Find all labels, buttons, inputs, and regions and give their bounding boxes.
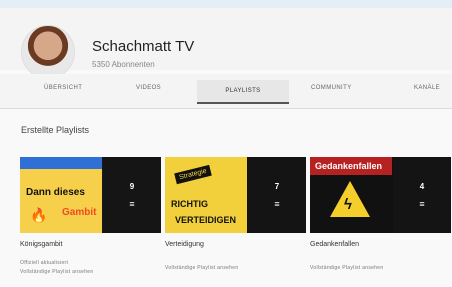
channel-name[interactable]: Schachmatt TV — [92, 38, 194, 55]
playlist-title-3[interactable]: Gedankenfallen — [310, 241, 359, 248]
tab-playlists[interactable]: Playlists — [197, 80, 289, 104]
channel-tabs: Übersicht Videos Playlists Community Kan… — [0, 74, 452, 109]
playlist-subtitle-3[interactable]: Vollständige Playlist ansehen — [310, 265, 383, 271]
channel-header: Schachmatt TV 5350 Abonnenten — [0, 8, 452, 78]
flame-icon: 🔥 — [30, 207, 48, 223]
playlist-card-3[interactable]: Gedankenfallen ϟ 4 ≡ — [310, 157, 451, 233]
playlist-overlay: 7 ≡ — [248, 157, 306, 233]
thumb-text-2: Gambit — [62, 207, 97, 218]
playlist-title-1[interactable]: Königsgambit — [20, 241, 62, 248]
top-strip — [0, 0, 452, 8]
list-icon: ≡ — [419, 199, 425, 209]
tab-videos[interactable]: Videos — [136, 85, 161, 91]
playlist-count: 9 — [129, 182, 135, 191]
thumb-text-3: VERTEIDIGEN — [175, 215, 237, 225]
playlist-overlay: 4 ≡ — [393, 157, 451, 233]
playlist-subtitle-2[interactable]: Vollständige Playlist ansehen — [165, 265, 238, 271]
tab-community[interactable]: Community — [311, 85, 352, 91]
playlist-subtitle-1a: Offiziell aktualisiert — [20, 260, 69, 266]
playlist-count: 7 — [274, 182, 280, 191]
subscriber-count: 5350 Abonnenten — [92, 60, 155, 69]
thumb-banner: Gedankenfallen — [310, 157, 392, 175]
list-icon: ≡ — [274, 199, 280, 209]
tab-channels[interactable]: Kanäle — [414, 85, 440, 91]
bolt-icon: ϟ — [344, 196, 352, 213]
thumb-text-1: Strategie — [174, 164, 212, 185]
channel-avatar[interactable] — [22, 26, 74, 78]
playlist-card-1[interactable]: Dann dieses 🔥 Gambit 9 ≡ — [20, 157, 161, 233]
playlist-card-2[interactable]: Strategie RICHTIG VERTEIDIGEN 7 ≡ — [165, 157, 306, 233]
section-title: Erstellte Playlists — [21, 125, 90, 135]
playlist-title-2[interactable]: Verteidigung — [165, 241, 204, 248]
thumb-band — [20, 157, 102, 169]
playlist-count: 4 — [419, 182, 425, 191]
list-icon: ≡ — [129, 199, 135, 209]
thumb-text-2: RICHTIG — [171, 199, 208, 209]
tab-overview[interactable]: Übersicht — [44, 85, 82, 91]
playlist-overlay: 9 ≡ — [103, 157, 161, 233]
playlist-subtitle-1b[interactable]: Vollständige Playlist ansehen — [20, 269, 93, 275]
thumb-text-1: Dann dieses — [26, 187, 85, 198]
